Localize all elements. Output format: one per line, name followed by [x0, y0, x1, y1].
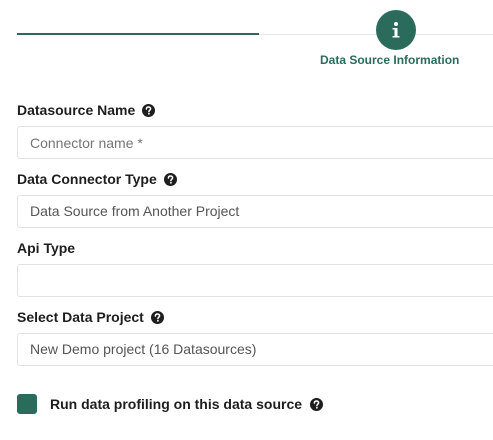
api-type-label: Api Type [17, 240, 75, 256]
select-data-project-select[interactable]: New Demo project (16 Datasources) [17, 333, 493, 366]
api-type-select[interactable] [17, 264, 493, 297]
question-circle-icon[interactable] [150, 310, 164, 324]
data-connector-type-select[interactable]: Data Source from Another Project [17, 195, 493, 228]
info-icon [390, 21, 402, 39]
datasource-name-label: Datasource Name [17, 102, 156, 118]
completed-step-line [17, 33, 259, 35]
select-data-project-label-text: Select Data Project [17, 309, 144, 325]
select-data-project-label: Select Data Project [17, 309, 164, 325]
question-circle-icon[interactable] [163, 172, 177, 186]
step-indicator [376, 10, 416, 50]
datasource-name-label-text: Datasource Name [17, 102, 136, 118]
stepper: Data Source Information [0, 0, 493, 80]
profiling-label: Run data profiling on this data source [50, 396, 324, 412]
api-type-label-text: Api Type [17, 240, 76, 256]
data-connector-type-label-text: Data Connector Type [17, 171, 157, 187]
step-label: Data Source Information [320, 53, 460, 67]
data-connector-type-label: Data Connector Type [17, 171, 177, 187]
datasource-name-input[interactable] [17, 126, 493, 159]
profiling-label-text: Run data profiling on this data source [50, 396, 303, 412]
question-circle-icon[interactable] [310, 397, 324, 411]
question-circle-icon[interactable] [142, 103, 156, 117]
profiling-checkbox[interactable] [17, 394, 37, 414]
